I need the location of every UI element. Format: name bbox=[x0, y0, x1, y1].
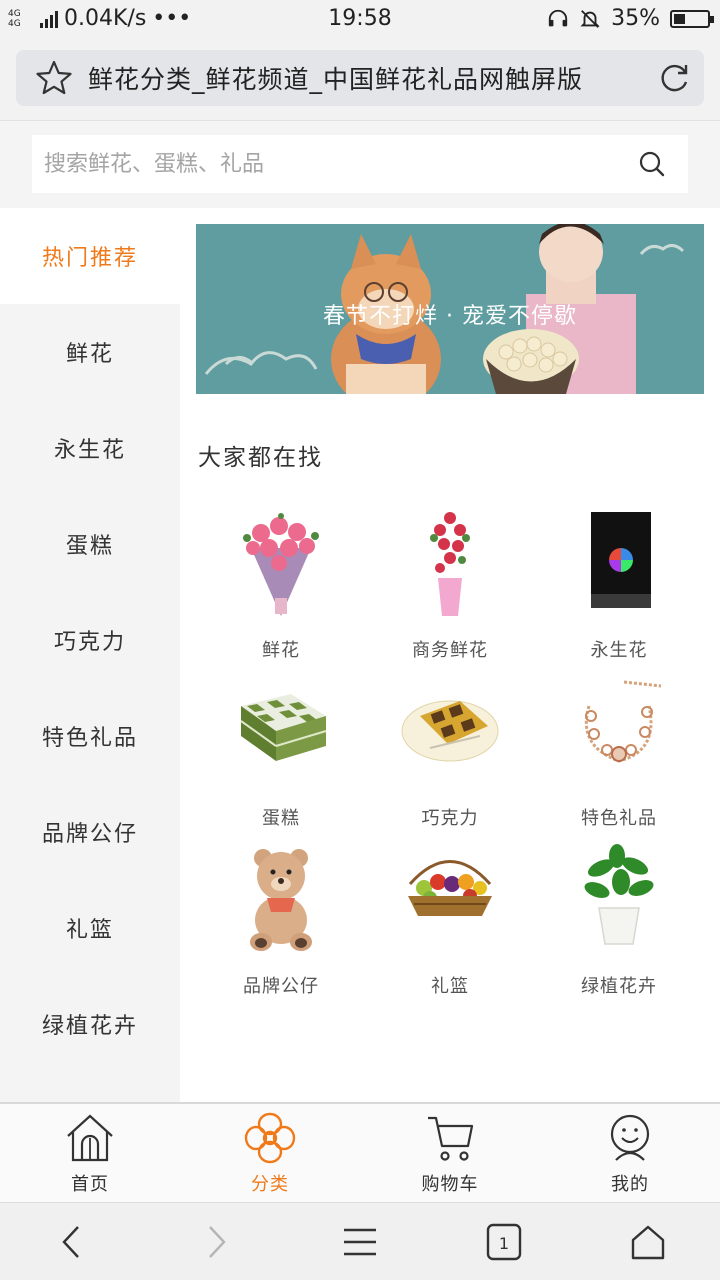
menu-button[interactable] bbox=[288, 1203, 432, 1280]
home-button[interactable] bbox=[576, 1203, 720, 1280]
bookmark-star-icon[interactable] bbox=[34, 58, 74, 98]
grid-item-label: 商务鲜花 bbox=[412, 640, 488, 661]
sidebar-item-chocolate[interactable]: 巧克力 bbox=[0, 592, 180, 688]
tab-home[interactable]: 首页 bbox=[0, 1104, 180, 1202]
tab-label: 分类 bbox=[251, 1174, 289, 1195]
grid-item-label: 永生花 bbox=[590, 640, 648, 661]
chocolate-box-image bbox=[401, 700, 499, 762]
promo-banner[interactable]: 春节不打烊 · 宠爱不停歇 bbox=[196, 224, 704, 394]
grid-item-chocolate[interactable]: 巧克力 bbox=[365, 676, 535, 836]
sidebar-item-special-gifts[interactable]: 特色礼品 bbox=[0, 688, 180, 784]
grid-item-label: 巧克力 bbox=[421, 808, 479, 829]
search-input[interactable] bbox=[44, 151, 604, 177]
browser-toolbar: 鲜花分类_鲜花频道_中国鲜花礼品网触屏版 bbox=[0, 38, 720, 120]
tab-label: 首页 bbox=[71, 1174, 109, 1195]
search-icon[interactable] bbox=[638, 150, 666, 178]
grid-item-label: 特色礼品 bbox=[581, 808, 657, 829]
sidebar-item-green-plants[interactable]: 绿植花卉 bbox=[0, 976, 180, 1072]
grid-item-flowers[interactable]: 鲜花 bbox=[196, 508, 366, 668]
grid-item-plush[interactable]: 品牌公仔 bbox=[196, 844, 366, 1004]
rose-bouquet-image bbox=[243, 513, 319, 616]
grid-item-label: 绿植花卉 bbox=[581, 976, 657, 997]
home-icon bbox=[67, 1114, 113, 1162]
grid-item-gift-basket[interactable]: 礼篮 bbox=[365, 844, 535, 1004]
section-title: 大家都在找 bbox=[198, 445, 323, 471]
search-section bbox=[0, 120, 720, 208]
sidebar-item-flowers[interactable]: 鲜花 bbox=[0, 304, 180, 400]
grid-item-green-plants[interactable]: 绿植花卉 bbox=[534, 844, 704, 1004]
reload-icon[interactable] bbox=[656, 60, 692, 96]
sidebar-item-gift-basket[interactable]: 礼篮 bbox=[0, 880, 180, 976]
browser-nav-bar: 1 bbox=[0, 1202, 720, 1280]
menu-icon bbox=[344, 1228, 376, 1256]
headset-icon bbox=[548, 9, 568, 26]
address-bar[interactable]: 鲜花分类_鲜花频道_中国鲜花礼品网触屏版 bbox=[16, 50, 704, 106]
grid-item-label: 蛋糕 bbox=[262, 808, 300, 829]
tab-category[interactable]: 分类 bbox=[180, 1104, 360, 1202]
tabs-button[interactable]: 1 bbox=[432, 1203, 576, 1280]
profile-icon bbox=[610, 1114, 650, 1161]
page-title[interactable]: 鲜花分类_鲜花频道_中国鲜花礼品网触屏版 bbox=[88, 60, 648, 96]
bottom-tab-bar: 首页 分类 购物车 我的 bbox=[0, 1102, 720, 1202]
sidebar-item-hot[interactable]: 热门推荐 bbox=[0, 208, 180, 304]
potted-plant-image bbox=[584, 844, 654, 945]
forward-button[interactable] bbox=[144, 1203, 288, 1280]
grid-item-label: 鲜花 bbox=[262, 640, 300, 661]
tab-label: 我的 bbox=[611, 1174, 649, 1195]
tab-profile[interactable]: 我的 bbox=[540, 1104, 720, 1202]
preserved-flower-box-image bbox=[591, 512, 651, 608]
status-right: 35% bbox=[547, 6, 714, 31]
grid-item-cake[interactable]: 蛋糕 bbox=[196, 676, 366, 836]
grid-item-special-gifts[interactable]: 特色礼品 bbox=[534, 676, 704, 836]
fruit-basket-image bbox=[408, 860, 492, 916]
tabs-icon: 1 bbox=[486, 1223, 522, 1261]
tab-cart[interactable]: 购物车 bbox=[360, 1104, 540, 1202]
browser-home-icon bbox=[631, 1225, 665, 1260]
checkered-cake-image bbox=[240, 694, 327, 761]
tab-count: 1 bbox=[499, 1234, 509, 1253]
forward-arrow-icon bbox=[209, 1226, 226, 1258]
category-flower-icon bbox=[244, 1112, 296, 1164]
sidebar-item-cake[interactable]: 蛋糕 bbox=[0, 496, 180, 592]
back-arrow-icon bbox=[62, 1226, 79, 1258]
cart-icon bbox=[428, 1116, 474, 1161]
status-bar: 4G 4G 0.04K/s ••• 19:58 35% bbox=[0, 0, 720, 38]
tab-label: 购物车 bbox=[421, 1174, 479, 1195]
battery-percent: 35% bbox=[611, 6, 660, 31]
banner-caption: 春节不打烊 · 宠爱不停歇 bbox=[323, 304, 577, 329]
main-content: 春节不打烊 · 宠爱不停歇 大家都在找 鲜花 商务鲜花 永生花 蛋糕 巧克力 特… bbox=[180, 208, 720, 1102]
sidebar-item-preserved-flowers[interactable]: 永生花 bbox=[0, 400, 180, 496]
bracelet-image bbox=[584, 680, 662, 763]
search-box[interactable] bbox=[32, 135, 688, 193]
grid-item-label: 礼篮 bbox=[431, 976, 469, 997]
mute-bell-icon bbox=[580, 9, 600, 28]
teddy-bear-image bbox=[250, 849, 312, 951]
grid-item-business-flowers[interactable]: 商务鲜花 bbox=[365, 508, 535, 668]
back-button[interactable] bbox=[0, 1203, 144, 1280]
sidebar-item-plush[interactable]: 品牌公仔 bbox=[0, 784, 180, 880]
battery-fill bbox=[674, 13, 685, 24]
grid-item-preserved-flowers[interactable]: 永生花 bbox=[534, 508, 704, 668]
battery-icon bbox=[670, 9, 714, 28]
business-flower-image bbox=[430, 512, 470, 616]
grid-item-label: 品牌公仔 bbox=[243, 976, 319, 997]
category-sidebar: 热门推荐 鲜花 永生花 蛋糕 巧克力 特色礼品 品牌公仔 礼篮 绿植花卉 bbox=[0, 208, 180, 1102]
